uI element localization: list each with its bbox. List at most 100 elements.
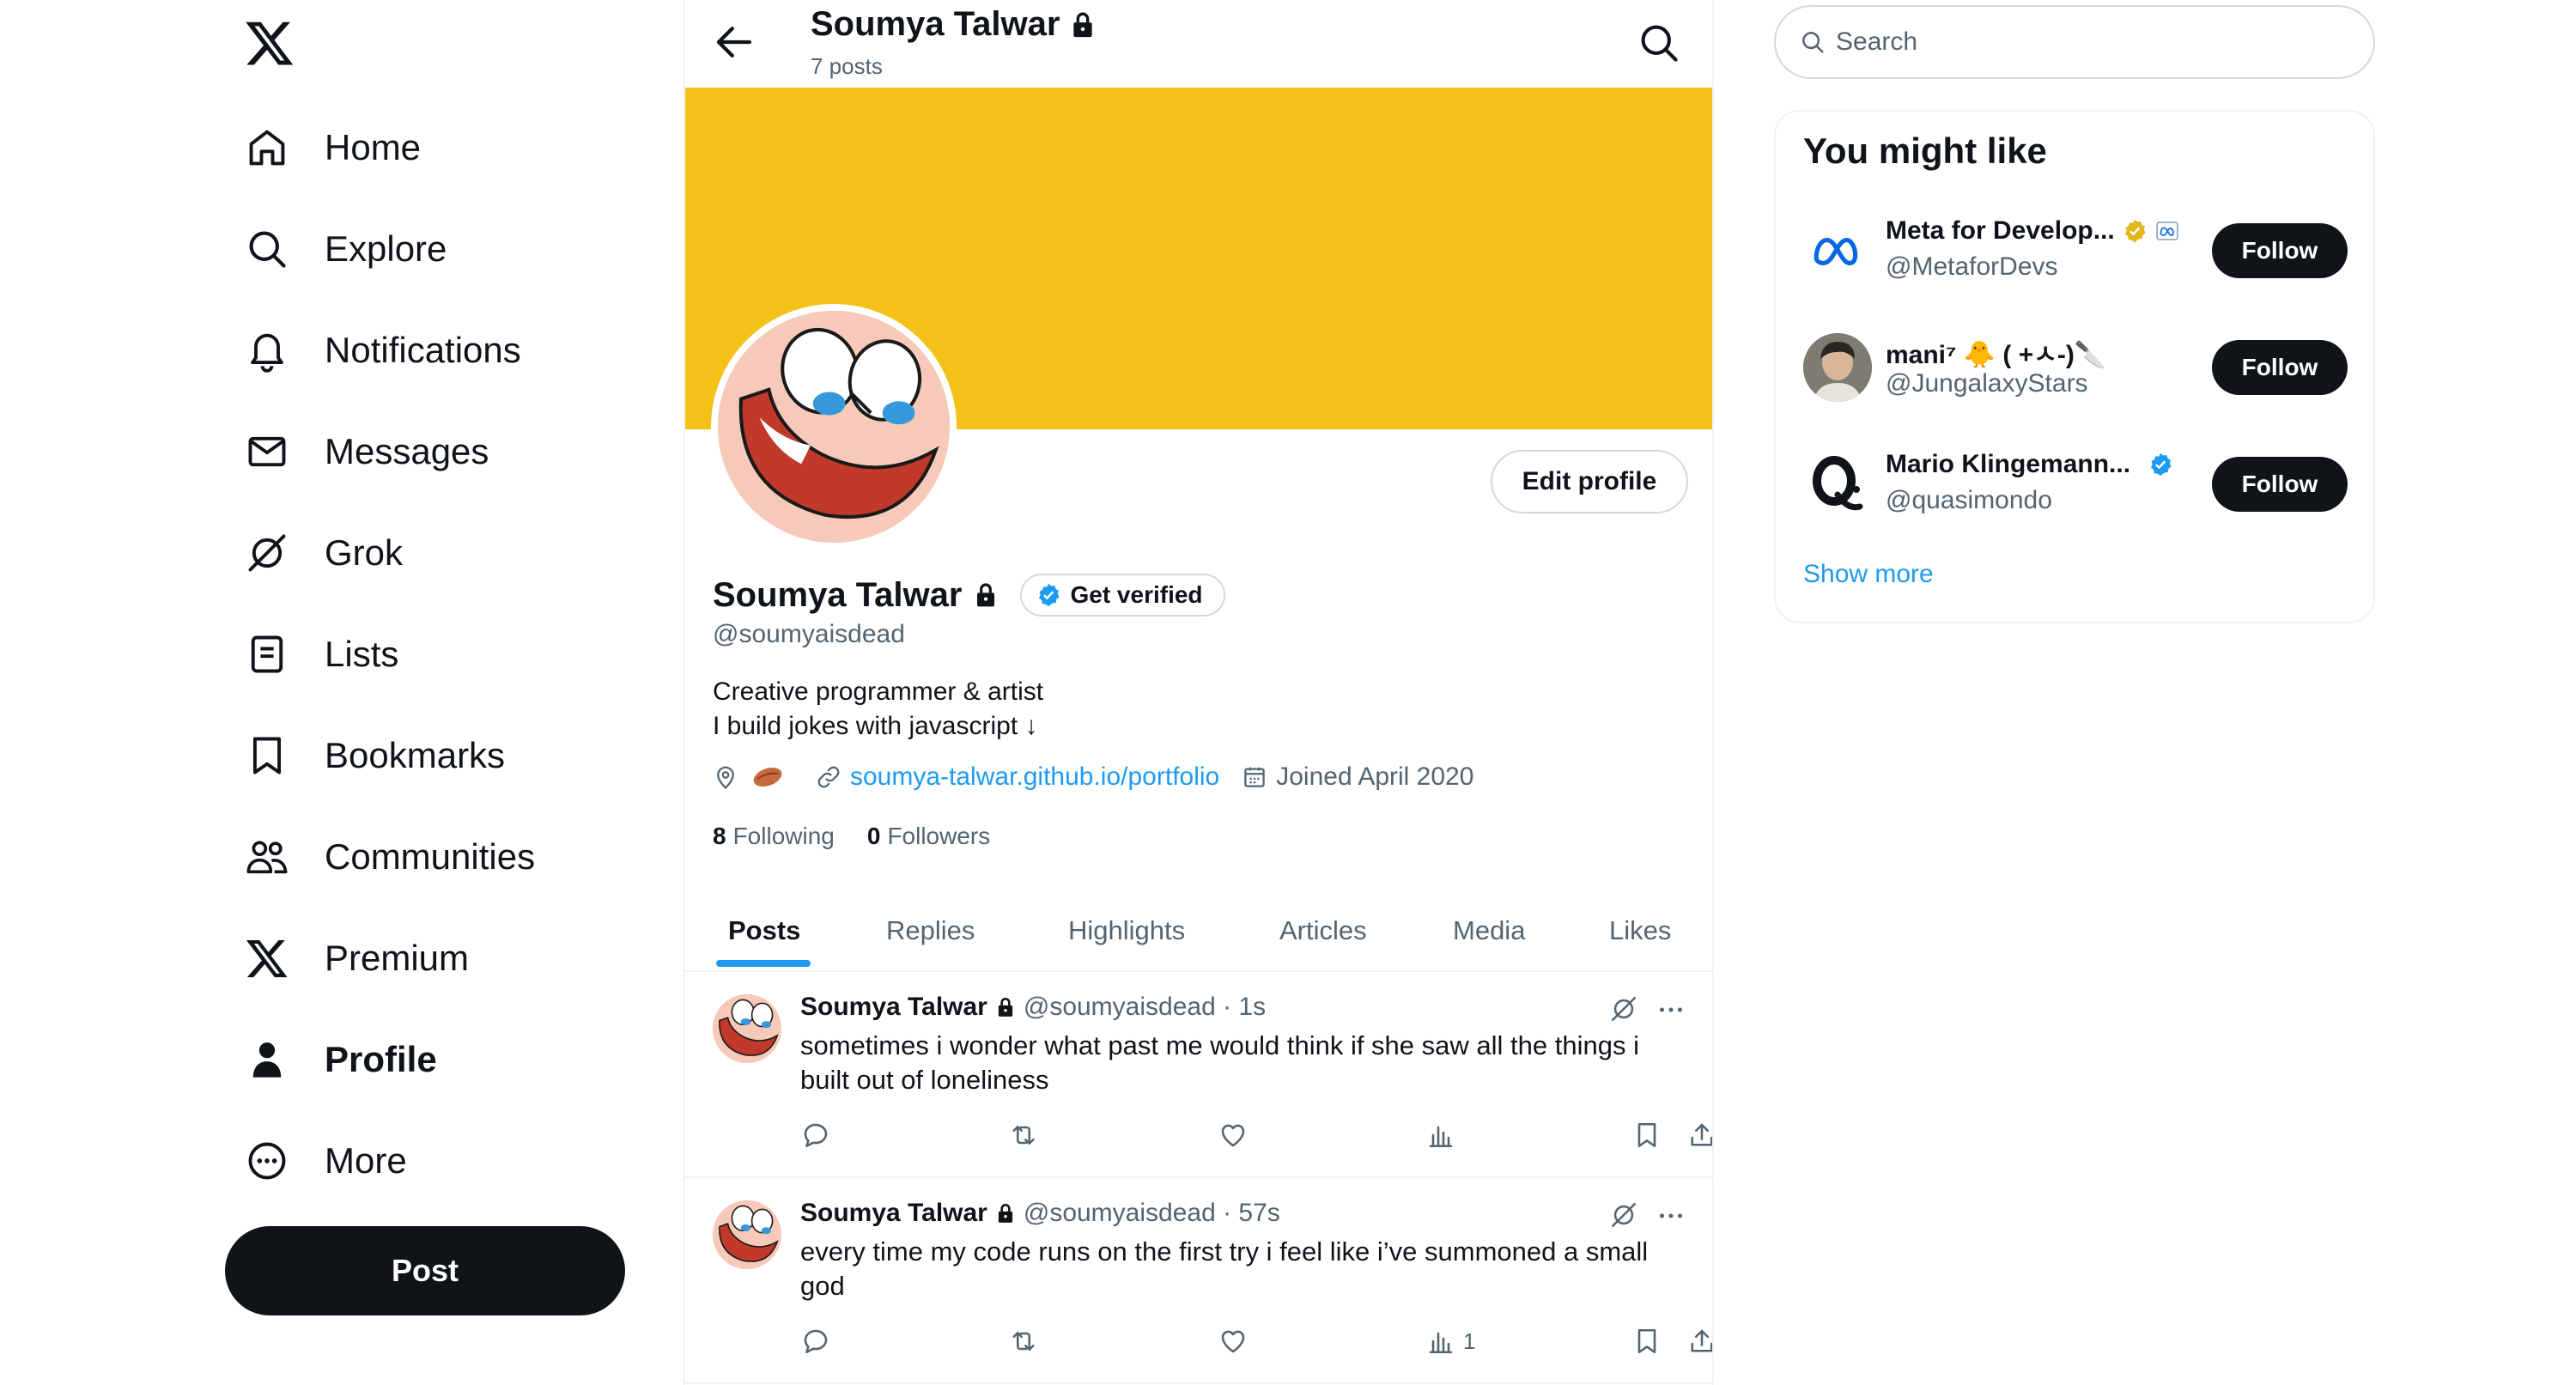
tweet-text: sometimes i wonder what past me would th… <box>800 1030 1639 1095</box>
like-button[interactable] <box>1218 1324 1249 1358</box>
suggestion-avatar[interactable] <box>1803 333 1872 402</box>
x-logo-icon[interactable] <box>244 17 295 69</box>
lock-icon <box>998 997 1012 1017</box>
suggestion-item[interactable]: mani⁷ 🐥 ( +ㅅ-)🔪 @JungalaxyStars Follow <box>1803 325 2353 410</box>
nav-messages[interactable]: Messages <box>242 417 489 486</box>
tweet[interactable]: Soumya Talwar @soumyaisdead · 57s every … <box>685 1180 1712 1384</box>
more-dots-icon[interactable] <box>1656 1200 1686 1231</box>
nav-grok[interactable]: Grok <box>242 519 403 587</box>
suggestion-item[interactable]: Meta for Develop... @MetaforDevs Follow <box>1803 208 2353 294</box>
views-button[interactable] <box>1425 1118 1463 1152</box>
nav-explore[interactable]: Explore <box>242 215 447 283</box>
nav-profile-label: Profile <box>325 1039 437 1079</box>
search-icon <box>242 224 292 274</box>
bookmark-icon <box>1637 1328 1656 1354</box>
nav-explore-label: Explore <box>325 228 447 269</box>
nav-bookmarks-label: Bookmarks <box>325 735 506 775</box>
share-button[interactable] <box>1686 1118 1712 1152</box>
more-dots-icon[interactable] <box>1656 994 1686 1025</box>
search-icon[interactable] <box>1637 21 1681 65</box>
suggestion-name: mani⁷ 🐥 ( +ㅅ-)🔪 <box>1886 341 2107 369</box>
search-box[interactable] <box>1774 5 2375 79</box>
following-count: 8 <box>713 823 726 849</box>
tweet-header: Soumya Talwar @soumyaisdead · 1s <box>800 993 1266 1022</box>
nav-profile[interactable]: Profile <box>242 1025 437 1094</box>
nav-premium[interactable]: Premium <box>242 924 469 993</box>
follow-button[interactable]: Follow <box>2212 457 2348 512</box>
tweet[interactable]: Soumya Talwar @soumyaisdead · 1s sometim… <box>685 974 1712 1178</box>
get-verified-button[interactable]: Get verified <box>1020 574 1225 617</box>
back-arrow-icon[interactable] <box>711 19 757 65</box>
nav-more[interactable]: More <box>242 1127 407 1195</box>
reply-button[interactable] <box>800 1324 831 1358</box>
tweet-actions <box>800 1118 1712 1152</box>
tweet-avatar[interactable] <box>713 1200 781 1269</box>
show-more-link[interactable]: Show more <box>1803 560 1934 589</box>
grok-icon[interactable] <box>1609 994 1638 1024</box>
bio-line-1: Creative programmer & artist <box>713 677 1044 706</box>
bookmark-button[interactable] <box>1631 1118 1662 1152</box>
meta-logo-avatar[interactable] <box>1803 216 1872 285</box>
profile-header-bar: Soumya Talwar 7 posts <box>685 0 1712 86</box>
repost-icon <box>1012 1125 1035 1145</box>
nav-bookmarks[interactable]: Bookmarks <box>242 721 505 790</box>
nav-messages-label: Messages <box>325 431 489 471</box>
tab-articles[interactable]: Articles <box>1279 915 1367 946</box>
grok-icon[interactable] <box>1609 1200 1638 1230</box>
q-logo-image <box>1803 450 1872 519</box>
tweet-handle-time[interactable]: @soumyaisdead · 1s <box>1024 993 1266 1022</box>
search-input[interactable] <box>1836 27 2317 57</box>
followers-label: Followers <box>887 823 991 849</box>
edit-profile-button[interactable]: Edit profile <box>1491 450 1688 513</box>
tab-replies[interactable]: Replies <box>886 915 975 946</box>
tweet-handle-time[interactable]: @soumyaisdead · 57s <box>1024 1199 1280 1228</box>
left-nav: Home Explore Notifications Messages Grok… <box>0 0 678 1385</box>
bookmark-button[interactable] <box>1631 1324 1662 1358</box>
repost-button[interactable] <box>1008 1118 1039 1152</box>
nav-communities[interactable]: Communities <box>242 823 535 891</box>
header-name-text: Soumya Talwar <box>811 5 1060 43</box>
nav-home[interactable]: Home <box>242 113 421 182</box>
heart-icon <box>1221 1330 1245 1353</box>
post-button[interactable]: Post <box>225 1226 625 1315</box>
suggestion-handle: @MetaforDevs <box>1886 252 2058 281</box>
who-to-follow-title: You might like <box>1803 131 2047 171</box>
profile-website-link[interactable]: soumya-talwar.github.io/portfolio <box>850 762 1219 792</box>
profile-avatar[interactable] <box>711 304 957 550</box>
like-button[interactable] <box>1218 1118 1249 1152</box>
tweet-author-name[interactable]: Soumya Talwar <box>800 1199 987 1228</box>
nav-lists[interactable]: Lists <box>242 620 398 689</box>
tweet-avatar[interactable] <box>713 994 781 1063</box>
x-logo-icon <box>242 933 292 983</box>
avatar-face-image <box>718 311 950 543</box>
following-link[interactable]: 8 Following <box>713 823 835 850</box>
tab-media[interactable]: Media <box>1453 915 1525 946</box>
right-sidebar: You might like Meta for Develop... @Meta… <box>1769 0 2387 1385</box>
profile-joined-date: Joined April 2020 <box>1276 762 1474 791</box>
profile-tabs: Posts Replies Highlights Articles Media … <box>685 893 1712 972</box>
nav-notifications[interactable]: Notifications <box>242 316 521 385</box>
tweet-author-name[interactable]: Soumya Talwar <box>800 993 987 1022</box>
repost-button[interactable] <box>1008 1324 1039 1358</box>
views-count: 1 <box>1463 1327 1476 1354</box>
share-button[interactable] <box>1686 1324 1712 1358</box>
suggestion-avatar[interactable] <box>1803 450 1872 519</box>
profile-meta: soumya-talwar.github.io/portfolio Joined… <box>713 762 1473 792</box>
tab-posts[interactable]: Posts <box>728 915 800 946</box>
followers-link[interactable]: 0 Followers <box>867 823 990 850</box>
suggestion-item[interactable]: Mario Klingemann... @quasimondo Follow <box>1803 441 2353 527</box>
list-icon <box>242 629 292 679</box>
home-icon <box>242 123 292 173</box>
reply-button[interactable] <box>800 1118 831 1152</box>
meta-logo-icon <box>1814 238 1858 266</box>
location-emoji-icon <box>753 767 782 787</box>
verified-badge-icon <box>1039 583 1060 607</box>
suggestion-name-row: Meta for Develop... <box>1886 216 2180 246</box>
views-button[interactable]: 1 <box>1425 1324 1475 1358</box>
nav-notifications-label: Notifications <box>325 330 521 370</box>
follow-button[interactable]: Follow <box>2212 340 2348 395</box>
follow-button[interactable]: Follow <box>2212 223 2348 278</box>
tab-highlights[interactable]: Highlights <box>1068 915 1185 946</box>
repost-icon <box>1012 1331 1035 1352</box>
tab-likes[interactable]: Likes <box>1609 915 1671 946</box>
